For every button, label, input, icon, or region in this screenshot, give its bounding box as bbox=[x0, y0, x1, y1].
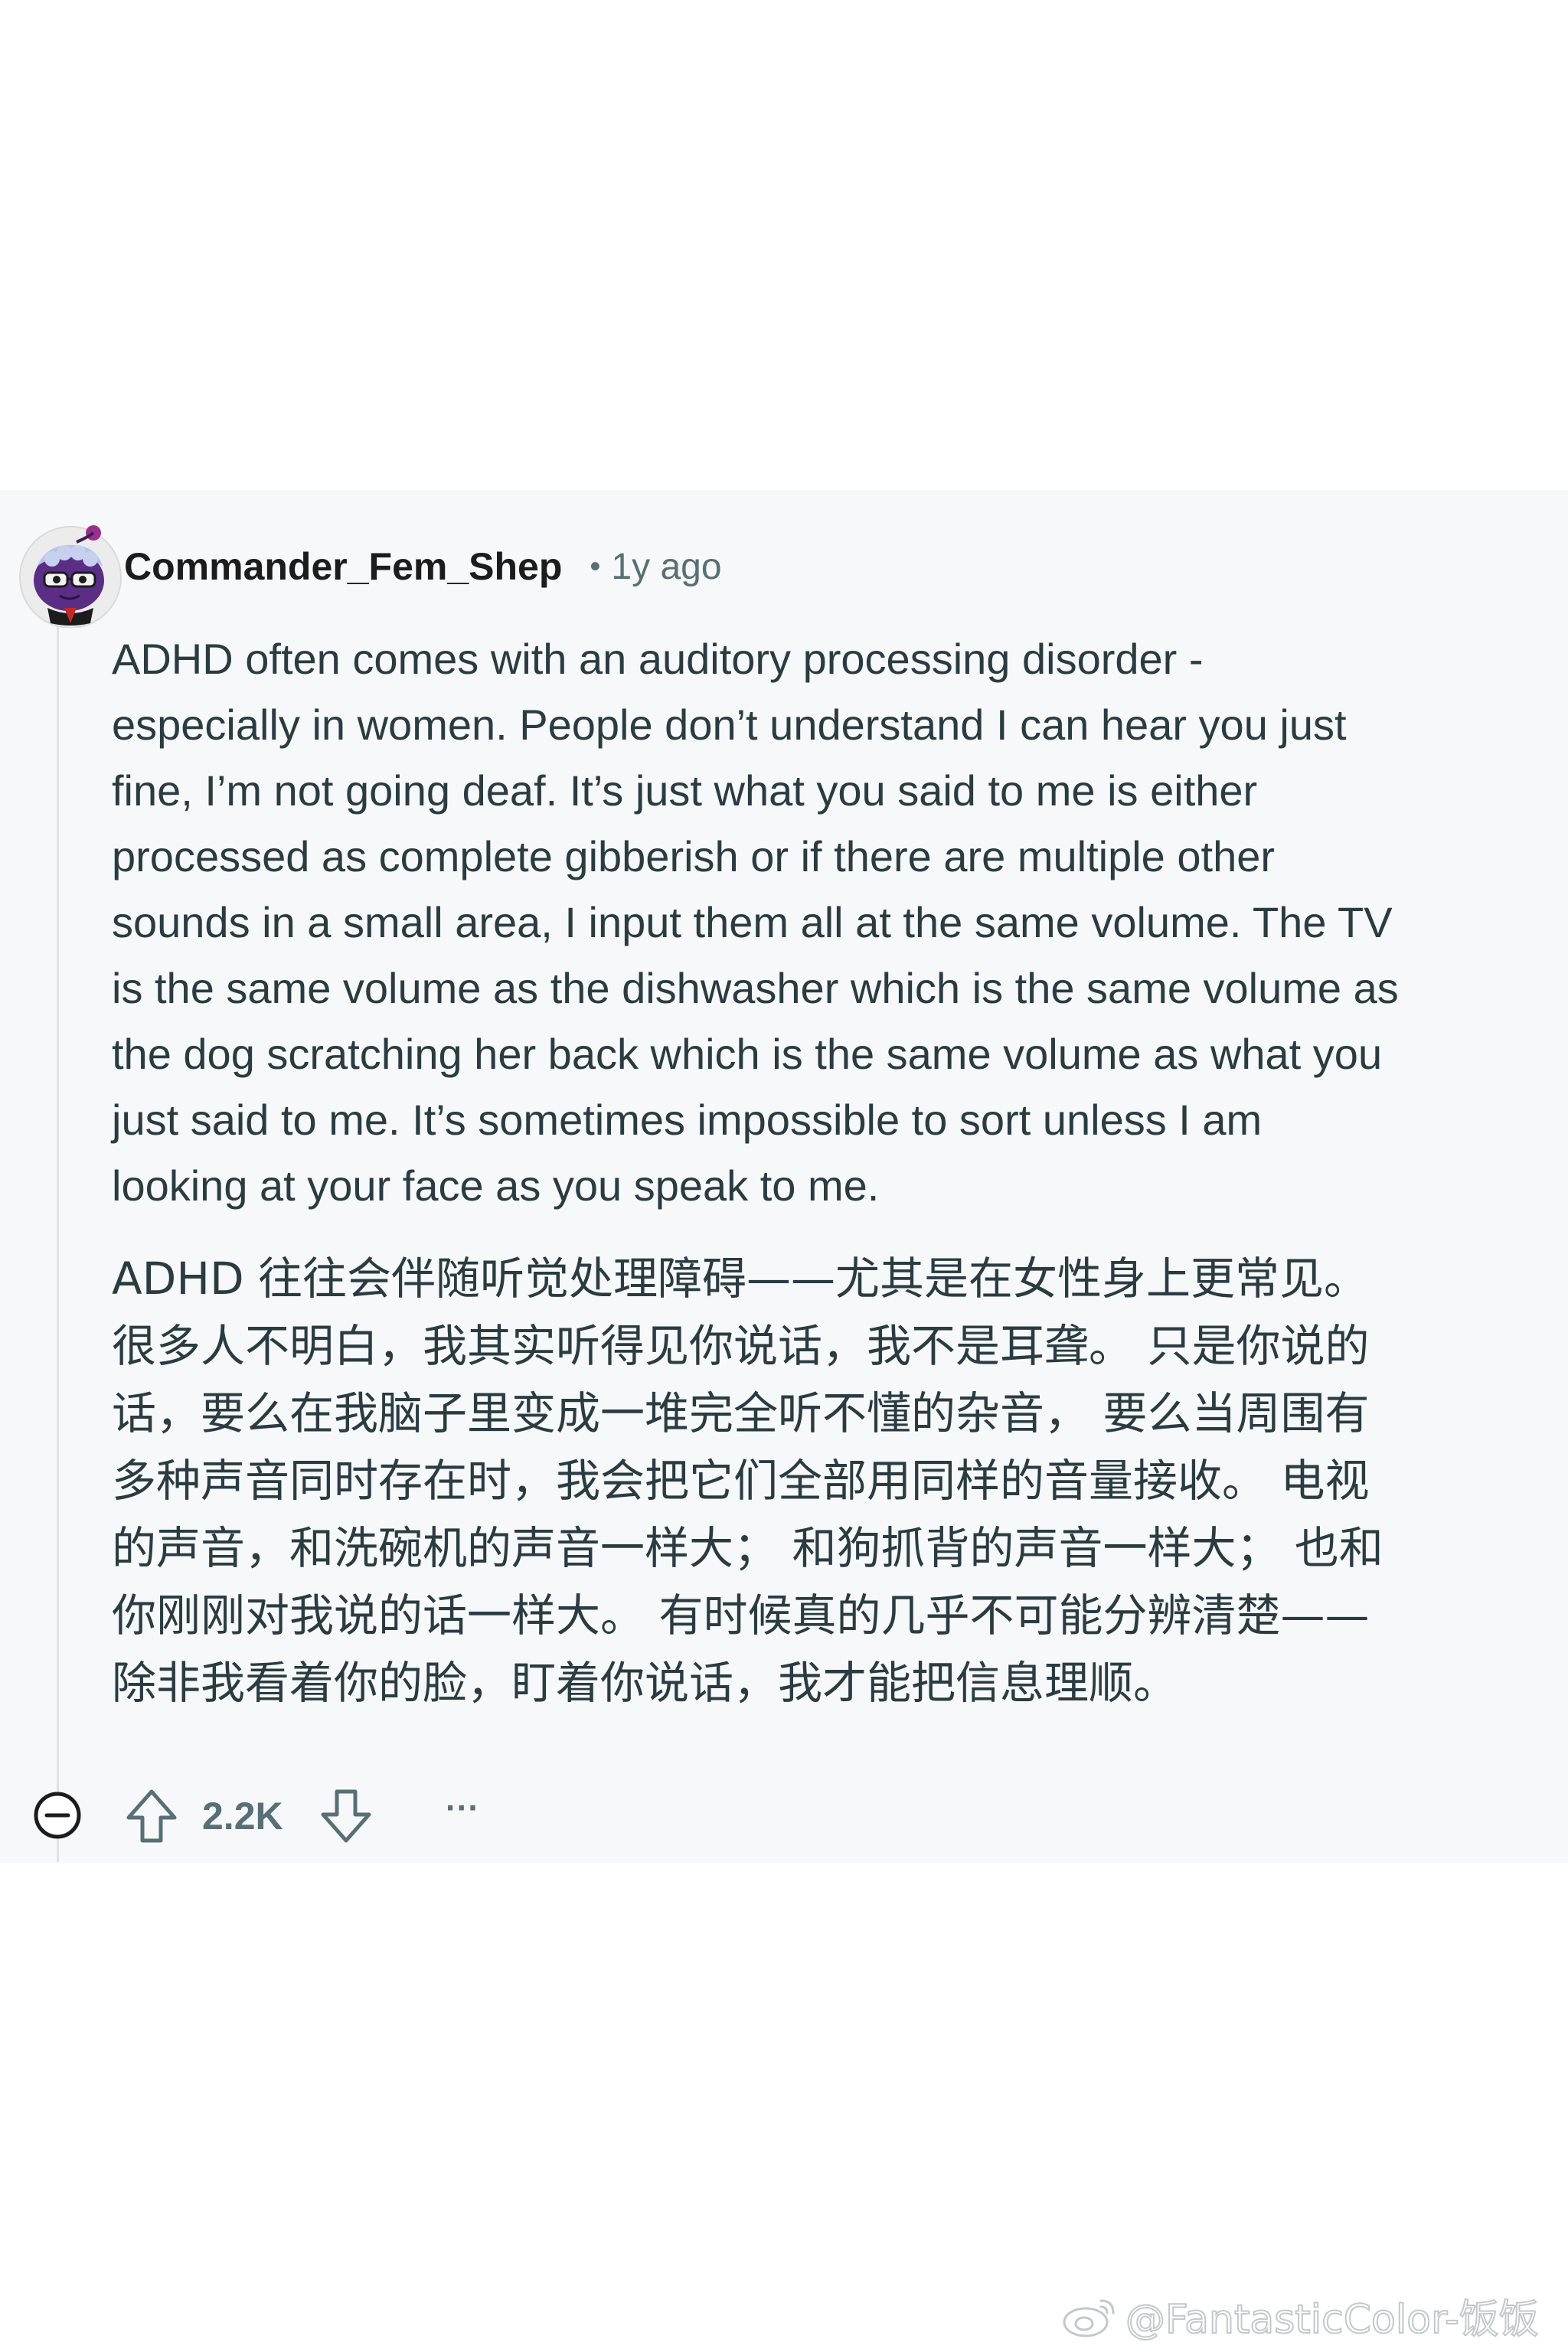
user-avatar[interactable] bbox=[17, 522, 124, 628]
watermark: @FantasticColor-饭饭 bbox=[1061, 2285, 1540, 2346]
more-options-button[interactable]: ··· bbox=[439, 1792, 485, 1838]
weibo-icon bbox=[1063, 2299, 1115, 2337]
comment-timestamp[interactable]: 1y ago bbox=[611, 546, 721, 588]
body-line: 的声音，和洗碗机的声音一样大； 和狗抓背的声音一样大； 也和 bbox=[112, 1522, 1383, 1574]
arrow-up-icon[interactable] bbox=[124, 1787, 179, 1845]
meta-separator: • bbox=[590, 549, 601, 583]
body-line: sounds in a small area, I input them all… bbox=[112, 898, 1393, 946]
body-line: processed as complete gibberish or if th… bbox=[112, 832, 1275, 880]
body-line: looking at your face as you speak to me. bbox=[112, 1161, 880, 1210]
comment-body-english: ADHD often comes with an auditory proces… bbox=[112, 626, 1551, 1219]
body-line: the dog scratching her back which is the… bbox=[112, 1030, 1383, 1078]
body-line: ADHD often comes with an auditory proces… bbox=[112, 635, 1204, 683]
thread-line[interactable] bbox=[57, 620, 59, 1862]
watermark-text: @FantasticColor-饭饭 bbox=[1125, 2296, 1540, 2344]
body-line: is the same volume as the dishwasher whi… bbox=[112, 964, 1399, 1012]
body-line: 你刚刚对我说的话一样大。 有时候真的几乎不可能分辨清楚—— bbox=[112, 1589, 1370, 1642]
body-line: just said to me. It’s sometimes impossib… bbox=[112, 1096, 1263, 1144]
arrow-down-icon[interactable] bbox=[318, 1787, 374, 1845]
vote-score: 2.2K bbox=[202, 1795, 283, 1838]
comment-action-bar: 2.2K ··· bbox=[0, 1772, 612, 1856]
minus-circle-icon[interactable] bbox=[32, 1790, 83, 1841]
comment-body-chinese: ADHD 往往会伴随听觉处理障碍——尤其是在女性身上更常见。 很多人不明白，我其… bbox=[112, 1245, 1551, 1717]
username-link[interactable]: Commander_Fem_Shep bbox=[124, 544, 562, 589]
body-line: 很多人不明白，我其实听得见你说话，我不是耳聋。 只是你说的 bbox=[112, 1320, 1370, 1372]
body-line: 话，要么在我脑子里变成一堆完全听不懂的杂音， 要么当周围有 bbox=[112, 1387, 1370, 1439]
body-line: fine, I’m not going deaf. It’s just what… bbox=[112, 766, 1258, 815]
body-line: 除非我看着你的脸，盯着你说话，我才能把信息理顺。 bbox=[112, 1657, 1178, 1709]
body-line: ADHD 往往会伴随听觉处理障碍——尤其是在女性身上更常见。 bbox=[112, 1253, 1369, 1305]
body-line: 多种声音同时存在时，我会把它们全部用同样的音量接收。 电视 bbox=[112, 1455, 1370, 1507]
comment-header: Commander_Fem_Shep • 1y ago bbox=[124, 544, 722, 590]
body-line: especially in women. People don’t unders… bbox=[112, 701, 1347, 749]
comment-card: Commander_Fem_Shep • 1y ago ADHD often c… bbox=[0, 490, 1568, 1863]
